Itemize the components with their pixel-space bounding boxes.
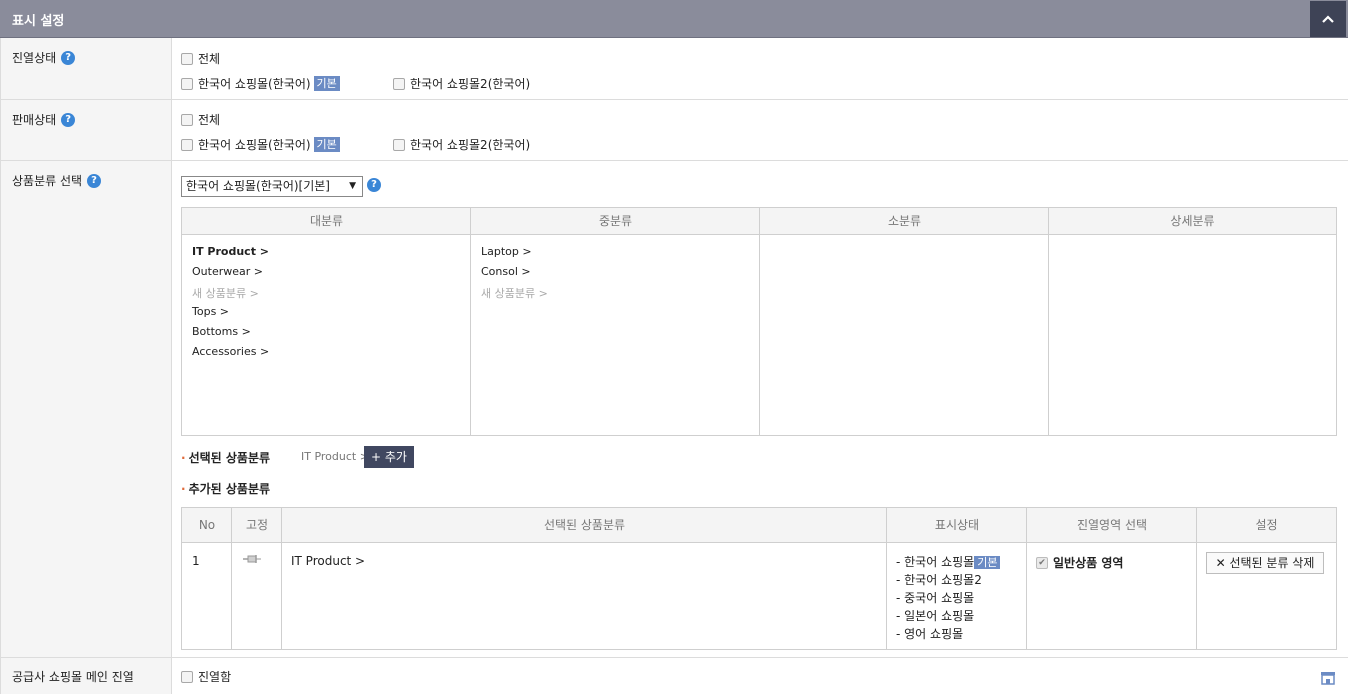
header-selected-category: 선택된 상품분류: [282, 508, 887, 543]
sale-mall2-checkbox[interactable]: [393, 138, 405, 151]
sale-status-row: 판매상태 ? 전체 한국어 쇼핑몰(한국어) 기본 한국어 쇼핑몰2(한국어): [0, 100, 1348, 161]
store-icon[interactable]: [1320, 670, 1336, 686]
column-header-medium: 중분류: [471, 208, 760, 235]
category-picker: 대분류 중분류 소분류 상세분류 IT Product > Outerwear …: [181, 207, 1337, 436]
category-item-accessories[interactable]: Accessories >: [192, 345, 269, 358]
header-no: No: [182, 508, 232, 543]
sale-mall1-option[interactable]: 한국어 쇼핑몰(한국어) 기본: [181, 136, 340, 153]
column-header-small: 소분류: [760, 208, 1049, 235]
category-item-new[interactable]: 새 상품분류 >: [192, 285, 259, 301]
category-item-laptop[interactable]: Laptop >: [481, 245, 532, 258]
header-fixed: 고정: [232, 508, 282, 543]
category-item-new-medium[interactable]: 새 상품분류 >: [481, 285, 548, 301]
display-all-option[interactable]: 전체: [181, 50, 220, 67]
display-status-label: 진열상태: [12, 51, 57, 65]
row-number: 1: [192, 554, 200, 568]
category-item-bottoms[interactable]: Bottoms >: [192, 325, 251, 338]
add-category-button[interactable]: + 추가: [364, 446, 414, 468]
display-all-checkbox[interactable]: [181, 52, 193, 65]
column-header-large: 대분류: [182, 208, 471, 235]
category-item-it-product[interactable]: IT Product >: [192, 245, 269, 258]
display-mall1-option[interactable]: 한국어 쇼핑몰(한국어) 기본: [181, 75, 340, 92]
category-item-tops[interactable]: Tops >: [192, 305, 229, 318]
check-icon[interactable]: ✔: [1036, 556, 1048, 569]
row-category: IT Product >: [291, 554, 366, 568]
help-icon[interactable]: ?: [87, 173, 102, 188]
header-area-select: 진열영역 선택: [1027, 508, 1197, 543]
display-mall2-checkbox[interactable]: [393, 77, 405, 90]
sale-all-checkbox[interactable]: [181, 113, 193, 126]
display-mall2-option[interactable]: 한국어 쇼핑몰2(한국어): [393, 75, 530, 92]
collapse-button[interactable]: [1310, 1, 1346, 37]
pin-icon[interactable]: [242, 553, 262, 565]
category-item-consol[interactable]: Consol >: [481, 265, 531, 278]
column-header-detail: 상세분류: [1049, 208, 1336, 235]
basic-badge: 기본: [313, 137, 340, 152]
delete-category-button[interactable]: ✕ 선택된 분류 삭제: [1206, 552, 1324, 574]
added-category-label: 추가된 상품분류: [181, 480, 270, 497]
dropdown-arrow-icon: ▼: [349, 181, 356, 191]
basic-badge: 기본: [313, 76, 340, 91]
added-category-table: No 고정 선택된 상품분류 표시상태 진열영역 선택 설정: [181, 507, 1337, 650]
display-mall1-checkbox[interactable]: [181, 77, 193, 90]
section-header: 표시 설정: [0, 0, 1348, 38]
help-icon[interactable]: ?: [61, 50, 76, 65]
selected-category-value: IT Product >: [301, 450, 369, 463]
sale-status-label: 판매상태: [12, 113, 57, 127]
header-settings: 설정: [1197, 508, 1336, 543]
category-item-outerwear[interactable]: Outerwear >: [192, 265, 263, 278]
help-icon[interactable]: ?: [61, 112, 76, 127]
chevron-up-icon: [1322, 15, 1334, 23]
supplier-display-option[interactable]: 진열함: [181, 668, 231, 685]
area-option[interactable]: ✔ 일반상품 영역: [1036, 554, 1123, 571]
header-display-status: 표시상태: [887, 508, 1027, 543]
supplier-row: 공급사 쇼핑몰 메인 진열 진열함: [0, 658, 1348, 694]
section-title: 표시 설정: [12, 14, 65, 29]
mall-select[interactable]: 한국어 쇼핑몰(한국어)[기본] ▼: [181, 176, 363, 197]
category-label: 상품분류 선택: [12, 174, 83, 188]
supplier-display-checkbox[interactable]: [181, 670, 193, 683]
row-display-status: - 한국어 쇼핑몰 기본 - 한국어 쇼핑몰2 - 중국어 쇼핑몰 - 일본어 쇼…: [896, 553, 1001, 643]
help-icon[interactable]: ?: [367, 178, 381, 192]
supplier-label: 공급사 쇼핑몰 메인 진열: [12, 670, 134, 684]
sale-mall1-checkbox[interactable]: [181, 138, 193, 151]
basic-badge: 기본: [974, 556, 1001, 569]
display-status-row: 진열상태 ? 전체 한국어 쇼핑몰(한국어) 기본 한국어 쇼핑몰2(한국어): [0, 38, 1348, 100]
sale-mall2-option[interactable]: 한국어 쇼핑몰2(한국어): [393, 136, 530, 153]
sale-all-option[interactable]: 전체: [181, 111, 220, 128]
selected-category-label: 선택된 상품분류: [181, 449, 270, 466]
